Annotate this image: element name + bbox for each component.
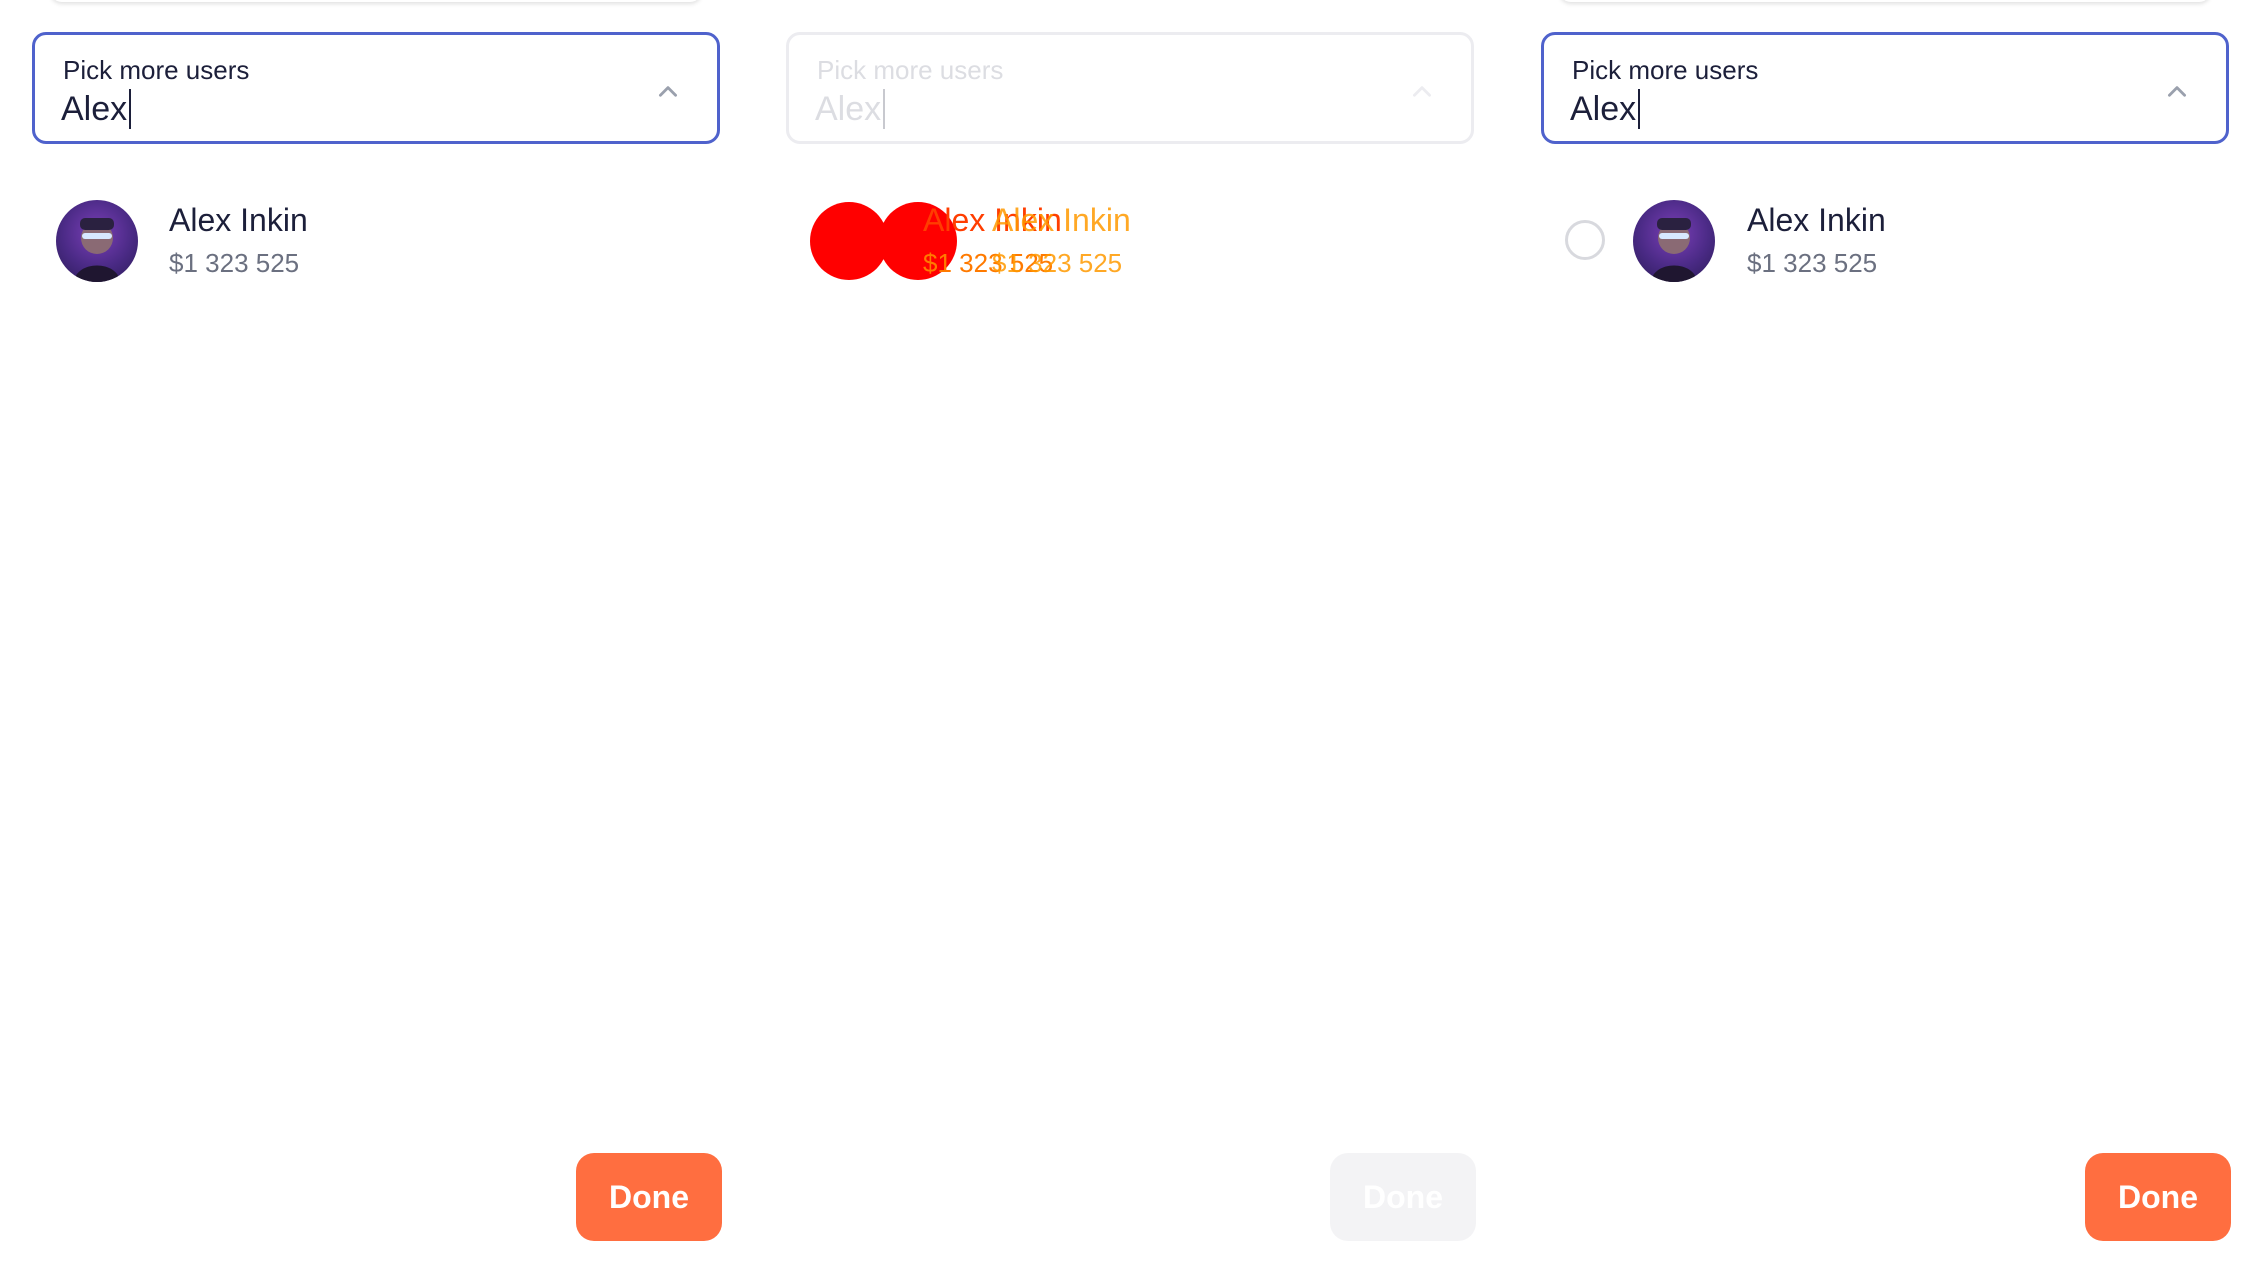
user-picker-panel-disabled: Pick more users Alex Inkin Alex Inkin $1… bbox=[786, 0, 1476, 1266]
chevron-up-icon[interactable] bbox=[655, 79, 681, 105]
text-cursor bbox=[883, 89, 885, 129]
avatar-placeholder bbox=[810, 202, 888, 280]
chevron-up-icon bbox=[1413, 86, 1431, 97]
user-list-item[interactable]: Alex Inkin $1 323 525 bbox=[32, 196, 720, 286]
user-list-item: Alex Inkin Alex Inkin $1 323 525 $1 323 … bbox=[786, 196, 1474, 286]
top-card-edge bbox=[50, 0, 702, 2]
done-button[interactable]: Done bbox=[576, 1153, 722, 1241]
user-amount: $1 323 525 bbox=[1747, 248, 1878, 278]
avatar bbox=[56, 200, 138, 282]
avatar bbox=[1633, 200, 1715, 282]
pick-users-field: Pick more users bbox=[786, 32, 1474, 144]
user-name: Alex Inkin bbox=[1747, 202, 1886, 238]
user-amount: $1 323 525 bbox=[169, 248, 300, 278]
field-label: Pick more users bbox=[63, 55, 250, 85]
text-cursor bbox=[1638, 89, 1640, 129]
user-list-item[interactable]: Alex Inkin $1 323 525 bbox=[1541, 196, 2229, 286]
top-card-edge bbox=[1559, 0, 2211, 2]
field-label: Pick more users bbox=[1572, 55, 1759, 85]
field-label: Pick more users bbox=[817, 55, 1004, 85]
search-input bbox=[815, 85, 1375, 133]
select-radio[interactable] bbox=[1565, 220, 1605, 260]
top-card-edge bbox=[804, 0, 1456, 2]
text-cursor bbox=[129, 89, 131, 129]
user-name-ghost: Alex Inkin bbox=[992, 202, 1131, 238]
done-button[interactable]: Done bbox=[2085, 1153, 2231, 1241]
user-picker-panel-multiselect: Pick more users Alex Inkin $1 323 525 Do… bbox=[1541, 0, 2231, 1266]
search-input[interactable] bbox=[61, 85, 621, 133]
pick-users-field[interactable]: Pick more users bbox=[1541, 32, 2229, 144]
chevron-up-icon[interactable] bbox=[2164, 79, 2190, 105]
user-picker-panel-default: Pick more users Alex Inkin $1 323 525 Do… bbox=[32, 0, 722, 1266]
pick-users-field[interactable]: Pick more users bbox=[32, 32, 720, 144]
user-amount-ghost: $1 323 525 bbox=[992, 248, 1123, 278]
user-name: Alex Inkin bbox=[169, 202, 308, 238]
search-input[interactable] bbox=[1570, 85, 2130, 133]
done-button: Done bbox=[1330, 1153, 1476, 1241]
